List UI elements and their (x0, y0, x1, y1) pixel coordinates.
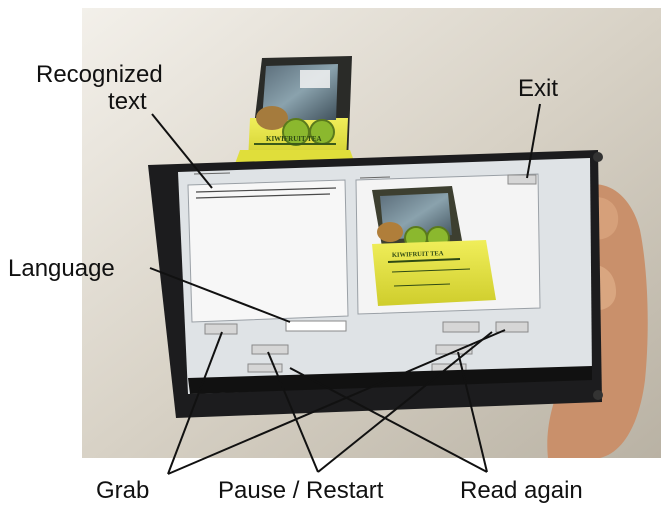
grab-callout: Grab (96, 477, 150, 504)
recognized-text-callout-line1: Recognized (36, 61, 163, 88)
language-callout: Language (8, 255, 115, 282)
language-select (285, 320, 347, 332)
recognized-text-panel (187, 179, 349, 323)
tablet (148, 150, 603, 418)
recognized-text-callout: Recognized text (36, 61, 163, 116)
read-again-callout: Read again (460, 477, 583, 504)
exit-button (507, 174, 537, 185)
pause-restart-button (251, 344, 289, 355)
exit-callout: Exit (518, 75, 559, 102)
reading-mode-button (442, 321, 480, 333)
read-button (495, 321, 529, 333)
pause-restart-callout: Pause / Restart (218, 477, 384, 504)
recognized-text-callout-line2: text (108, 87, 147, 115)
